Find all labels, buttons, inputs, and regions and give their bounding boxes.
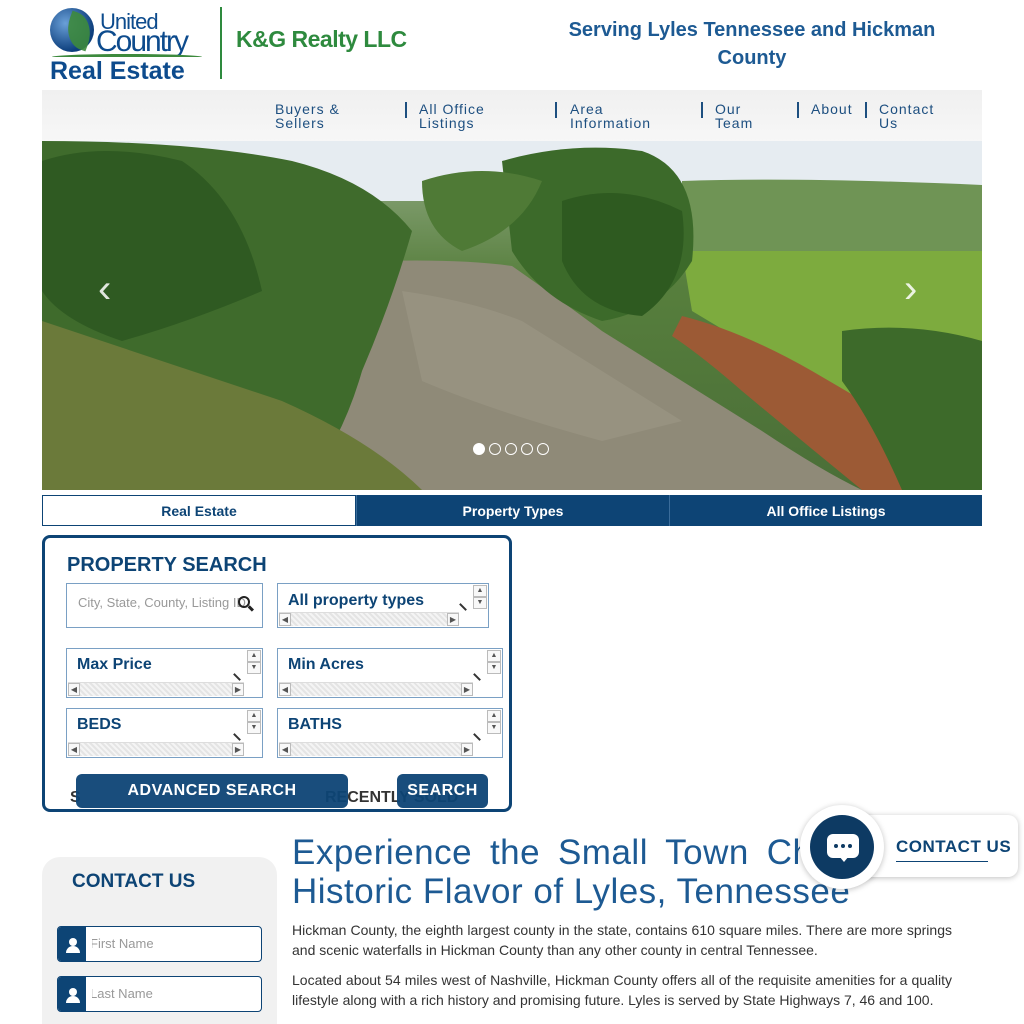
- carousel-indicators: [473, 443, 549, 455]
- nav-all-office-listings[interactable]: All Office Listings: [419, 102, 529, 130]
- page: United Country Real Estate K&G Realty LL…: [0, 0, 1024, 1024]
- header-divider: [220, 7, 222, 79]
- chevron-right-icon[interactable]: ›: [904, 269, 917, 309]
- chat-button[interactable]: [800, 805, 884, 889]
- scrollbar-vertical[interactable]: ▲ ▼: [487, 650, 501, 674]
- scrollbar-horizontal[interactable]: ◀ ▶: [68, 742, 244, 756]
- property-search-title: PROPERTY SEARCH: [67, 554, 267, 576]
- beds-select[interactable]: BEDS ▲ ▼ ◀ ▶: [66, 708, 263, 758]
- last-name-placeholder: Last Name: [90, 986, 153, 1001]
- logo-line-country: Country: [96, 25, 189, 58]
- scrollbar-horizontal[interactable]: ◀ ▶: [68, 682, 244, 696]
- property-types-value: All property types: [288, 592, 425, 609]
- united-country-logo[interactable]: United Country Real Estate: [48, 6, 208, 85]
- last-name-field[interactable]: Last Name: [57, 976, 262, 1012]
- scrollbar-vertical[interactable]: ▲ ▼: [473, 585, 487, 609]
- location-search-input[interactable]: City, State, County, Listing ID: [66, 583, 263, 628]
- first-name-placeholder: First Name: [90, 936, 154, 951]
- nav-area-information[interactable]: Area Information: [570, 102, 680, 130]
- carousel-dot[interactable]: [537, 443, 549, 455]
- scrollbar-vertical[interactable]: ▲ ▼: [247, 650, 261, 674]
- tab-all-office-listings[interactable]: All Office Listings: [669, 495, 982, 526]
- nav-buyers-sellers[interactable]: Buyers & Sellers: [275, 102, 375, 130]
- search-icon[interactable]: [238, 596, 250, 608]
- placeholder-mask: [86, 977, 92, 1011]
- baths-value: BATHS: [288, 716, 342, 733]
- location-paragraph: Located about 54 miles west of Nashville…: [292, 972, 952, 1008]
- property-search-panel: PROPERTY SEARCH City, State, County, Lis…: [42, 535, 512, 812]
- logo-line-real-estate: Real Estate: [50, 57, 185, 85]
- carousel-dot[interactable]: [505, 443, 517, 455]
- min-acres-select[interactable]: Min Acres ▲ ▼ ◀ ▶: [277, 648, 503, 698]
- nav-separator: [405, 102, 407, 118]
- chat-button-inner: [810, 815, 874, 879]
- carousel-dot[interactable]: [473, 443, 485, 455]
- contact-us-widget-label[interactable]: CONTACT US: [896, 837, 1011, 857]
- resize-handle[interactable]: [473, 668, 486, 681]
- scrollbar-vertical[interactable]: ▲ ▼: [487, 710, 501, 734]
- max-price-select[interactable]: Max Price ▲ ▼ ◀ ▶: [66, 648, 263, 698]
- nav-contact-us[interactable]: Contact Us: [879, 102, 949, 130]
- scrollbar-horizontal[interactable]: ◀ ▶: [279, 742, 473, 756]
- river-landscape-image: [42, 141, 982, 490]
- baths-select[interactable]: BATHS ▲ ▼ ◀ ▶: [277, 708, 503, 758]
- min-acres-value: Min Acres: [288, 656, 364, 673]
- carousel-dot[interactable]: [489, 443, 501, 455]
- tab-real-estate[interactable]: Real Estate: [42, 495, 356, 526]
- nav-our-team[interactable]: Our Team: [715, 102, 775, 130]
- search-button[interactable]: SEARCH: [397, 774, 488, 808]
- resize-handle[interactable]: [459, 598, 472, 611]
- scrollbar-horizontal[interactable]: ◀ ▶: [279, 612, 459, 626]
- nav-separator: [701, 102, 703, 118]
- user-icon: [58, 927, 88, 961]
- contact-us-underline: [896, 861, 988, 862]
- search-tabs: Real Estate Property Types All Office Li…: [42, 495, 982, 526]
- max-price-value: Max Price: [77, 656, 152, 673]
- nav-separator: [797, 102, 799, 118]
- contact-form-title: CONTACT US: [72, 871, 196, 892]
- hero-carousel[interactable]: ‹ ›: [42, 141, 982, 490]
- beds-value: BEDS: [77, 716, 122, 733]
- intro-paragraph: Hickman County, the eighth largest count…: [292, 922, 952, 958]
- nav-separator: [865, 102, 867, 118]
- scrollbar-horizontal[interactable]: ◀ ▶: [279, 682, 473, 696]
- property-types-select[interactable]: All property types ▲ ▼ ◀ ▶: [277, 583, 489, 628]
- resize-handle[interactable]: [473, 728, 486, 741]
- main-nav: Buyers & Sellers All Office Listings Are…: [42, 90, 982, 142]
- scrollbar-vertical[interactable]: ▲ ▼: [247, 710, 261, 734]
- advanced-search-button[interactable]: ADVANCED SEARCH: [76, 774, 348, 808]
- nav-separator: [555, 102, 557, 118]
- first-name-field[interactable]: First Name: [57, 926, 262, 962]
- location-search-placeholder: City, State, County, Listing ID: [78, 595, 246, 610]
- chat-bubble-icon: [827, 834, 859, 862]
- contact-form: CONTACT US First Name Last Name: [42, 857, 277, 1024]
- chevron-left-icon[interactable]: ‹: [98, 269, 111, 309]
- company-name: K&G Realty LLC: [236, 26, 407, 52]
- user-icon: [58, 977, 88, 1011]
- resize-handle[interactable]: [233, 668, 246, 681]
- header-tagline: Serving Lyles Tennessee and Hickman Coun…: [568, 19, 936, 69]
- tab-property-types[interactable]: Property Types: [356, 495, 669, 526]
- nav-about[interactable]: About: [811, 102, 881, 116]
- carousel-dot[interactable]: [521, 443, 533, 455]
- placeholder-mask: [86, 927, 92, 961]
- resize-handle[interactable]: [233, 728, 246, 741]
- contact-us-widget[interactable]: CONTACT US: [800, 805, 1020, 889]
